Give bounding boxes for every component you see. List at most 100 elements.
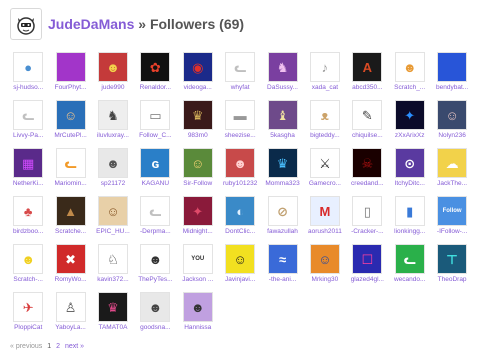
follower-avatar[interactable]: ☻ [140, 292, 171, 322]
follower-name[interactable]: TAMAT0A [93, 324, 133, 331]
follower-avatar[interactable]: ♝ [267, 100, 298, 130]
follower-item[interactable]: ☻ ThePyTes... [134, 244, 176, 292]
follower-avatar[interactable]: ✎ [352, 100, 383, 130]
follower-item[interactable]: ɢ KAGANU [134, 148, 176, 196]
follower-item[interactable]: YOU Jackson ... [177, 244, 219, 292]
follower-name[interactable]: EPIC_HU... [93, 228, 133, 235]
follower-avatar[interactable]: ɢ [140, 148, 171, 178]
follower-item[interactable]: ✎ chiquilse... [346, 100, 388, 148]
follower-name[interactable]: creedand... [347, 180, 387, 187]
follower-item[interactable]: ✦ zXxArixXz [389, 100, 431, 148]
follower-name[interactable]: 983m0 [178, 132, 218, 139]
follower-item[interactable]: ☺ EPIC_HU... [92, 196, 134, 244]
follower-avatar[interactable]: A [352, 52, 383, 82]
follower-item[interactable]: ☠ creedand... [346, 148, 388, 196]
follower-name[interactable]: lionkingg... [390, 228, 430, 235]
follower-item[interactable]: ✖ RomyWo... [49, 244, 91, 292]
follower-avatar[interactable]: ☻ [97, 148, 128, 178]
follower-item[interactable]: ♣ birdzboo... [7, 196, 49, 244]
user-avatar[interactable] [10, 8, 42, 40]
username-link[interactable]: JudeDaMans [48, 16, 134, 32]
follower-avatar[interactable]: ▯ [352, 196, 383, 226]
follower-name[interactable]: Renaldor... [135, 84, 175, 91]
follower-name[interactable]: xada_cat [305, 84, 345, 91]
follower-avatar[interactable]: ☐ [352, 244, 383, 274]
follower-item[interactable]: ♪ xada_cat [304, 52, 346, 100]
follower-name[interactable]: iluvluxray... [93, 132, 133, 139]
follower-name[interactable]: Mariomin... [51, 180, 91, 187]
follower-item[interactable]: ☻ ruby101232 [219, 148, 261, 196]
follower-item[interactable]: ☁ JackThe... [431, 148, 473, 196]
follower-name[interactable]: TheoDrap [432, 276, 472, 283]
follower-item[interactable]: ☻ goodsna... [134, 292, 176, 340]
follower-item[interactable]: ☺ MrCutePl... [49, 100, 91, 148]
follower-avatar[interactable]: ♛ [267, 148, 298, 178]
follower-item[interactable]: ♞ iluvluxray... [92, 100, 134, 148]
follower-item[interactable]: ≈ -the-ani... [261, 244, 303, 292]
follower-item[interactable]: ᓚ Livvy-Pa... [7, 100, 49, 148]
follower-item[interactable]: ✿ Renaldor... [134, 52, 176, 100]
follower-name[interactable]: DontClic... [220, 228, 260, 235]
follower-name[interactable]: zXxArixXz [390, 132, 430, 139]
follower-avatar[interactable]: ⊤ [437, 244, 468, 274]
follower-item[interactable]: Aabcd350... [346, 52, 388, 100]
follower-item[interactable]: ᓚ -Derpma... [134, 196, 176, 244]
follower-name[interactable]: -IFollow-... [432, 228, 472, 235]
follower-avatar[interactable]: ☻ [13, 244, 44, 274]
follower-avatar[interactable] [55, 52, 86, 82]
follower-avatar[interactable]: ☺ [437, 100, 468, 130]
follower-name[interactable]: -the-ani... [263, 276, 303, 283]
follower-avatar[interactable]: ✿ [140, 52, 171, 82]
follower-avatar[interactable]: ᓚ [140, 196, 171, 226]
follower-item[interactable]: ♙ YaboyLa... [49, 292, 91, 340]
follower-name[interactable]: Scratch-... [8, 276, 48, 283]
follower-name[interactable]: RomyWo... [51, 276, 91, 283]
follower-avatar[interactable]: ⊙ [394, 148, 425, 178]
follower-item[interactable]: ✦ Midnight... [177, 196, 219, 244]
follower-name[interactable]: Scratch_... [390, 84, 430, 91]
follower-avatar[interactable]: ▭ [140, 100, 171, 130]
follower-avatar[interactable]: ᴥ [309, 100, 340, 130]
follower-item[interactable]: ▮ lionkingg... [389, 196, 431, 244]
follower-item[interactable]: ⚔ Gamecro... [304, 148, 346, 196]
follower-avatar[interactable]: ✖ [55, 244, 86, 274]
follower-name[interactable]: fawazullah [263, 228, 303, 235]
follower-avatar[interactable]: ✦ [394, 100, 425, 130]
follower-avatar[interactable]: Follow [437, 196, 468, 226]
follower-item[interactable]: ✈ PloppiCat [7, 292, 49, 340]
follower-name[interactable]: kavin372... [93, 276, 133, 283]
follower-item[interactable]: ᓚ whyfat [219, 52, 261, 100]
next-link[interactable]: next » [65, 343, 84, 350]
follower-name[interactable]: chiquilse... [347, 132, 387, 139]
follower-avatar[interactable]: ♞ [97, 100, 128, 130]
follower-item[interactable]: ☻ Scratch_... [389, 52, 431, 100]
follower-avatar[interactable]: ᓚ [225, 52, 256, 82]
follower-item[interactable]: ♞ DaSussy... [261, 52, 303, 100]
follower-name[interactable]: Sir-Follow [178, 180, 218, 187]
follower-name[interactable]: wecando... [390, 276, 430, 283]
follower-avatar[interactable]: ♙ [55, 292, 86, 322]
follower-avatar[interactable]: ☻ [140, 244, 171, 274]
follower-avatar[interactable]: ♛ [182, 100, 213, 130]
follower-name[interactable]: KAGANU [135, 180, 175, 187]
follower-item[interactable]: ♛ 983m0 [177, 100, 219, 148]
follower-avatar[interactable]: ᓚ [394, 244, 425, 274]
follower-name[interactable]: aorush2011 [305, 228, 345, 235]
follower-item[interactable]: bendybat... [431, 52, 473, 100]
follower-avatar[interactable]: M [309, 196, 340, 226]
follower-name[interactable]: Mrking30 [305, 276, 345, 283]
follower-avatar[interactable]: ☺ [97, 196, 128, 226]
follower-avatar[interactable]: ☺ [309, 244, 340, 274]
follower-avatar[interactable]: ☠ [352, 148, 383, 178]
follower-name[interactable]: 5kasgha [263, 132, 303, 139]
follower-item[interactable]: ◐ DontClic... [219, 196, 261, 244]
follower-avatar[interactable]: ᓚ [55, 148, 86, 178]
follower-avatar[interactable]: ◉ [182, 52, 213, 82]
follower-name[interactable]: MrCutePl... [51, 132, 91, 139]
follower-item[interactable]: ⊙ ItchyDitc... [389, 148, 431, 196]
follower-avatar[interactable]: ✦ [182, 196, 213, 226]
follower-item[interactable]: ⊤ TheoDrap [431, 244, 473, 292]
follower-avatar[interactable]: ᓚ [13, 100, 44, 130]
follower-name[interactable]: sheezise... [220, 132, 260, 139]
follower-item[interactable]: ᓚ Mariomin... [49, 148, 91, 196]
